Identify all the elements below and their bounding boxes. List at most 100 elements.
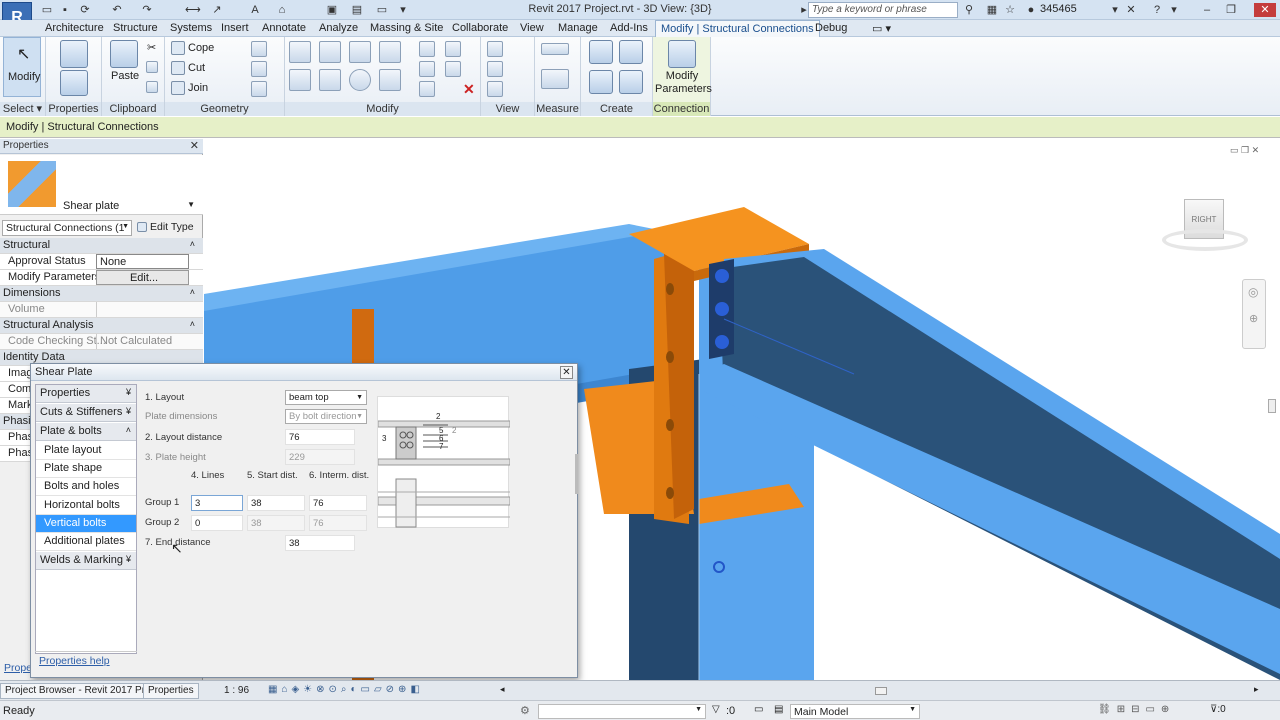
scale-icon[interactable] [419,61,435,77]
nav-additional-plates[interactable]: Additional plates [36,533,136,551]
search-input[interactable]: Type a keyword or phrase [808,2,958,18]
palette-close-icon[interactable]: ✕ [190,139,199,152]
binoculars-icon[interactable]: ⚲ [962,3,976,17]
nav-plate-layout[interactable]: Plate layout [36,442,136,460]
group2-lines-input[interactable]: 0 [191,515,243,531]
nav-plate-bolts[interactable]: Plate & bolts ˄ [36,423,136,441]
dimension-icon[interactable]: ↗ [210,3,224,17]
paint-icon[interactable] [251,81,267,97]
hide-icon[interactable] [487,41,503,57]
user-icon[interactable]: ● [1024,3,1038,17]
help-dropdown-icon[interactable]: ▾ [1167,3,1181,17]
group-structural[interactable]: Structural ˄ [0,238,203,254]
tab-collaborate[interactable]: Collaborate [452,22,508,34]
horizontal-scroll-thumb[interactable] [875,687,887,695]
zoom-icon[interactable]: ⊕ [1249,312,1258,325]
edit-type-button[interactable]: Edit Type [137,221,194,233]
nav-properties[interactable]: Properties ¥ [36,385,136,403]
workset-select[interactable]: ▼ [538,704,706,719]
scroll-right-icon[interactable]: ▸ [1254,684,1259,695]
help-icon[interactable]: ? [1150,3,1164,17]
filter-selection-icon[interactable]: ⊽:0 [1210,704,1226,715]
restore-icon[interactable]: ❐ [1224,3,1238,17]
create-group-icon[interactable] [589,70,613,94]
tab-architecture[interactable]: Architecture [45,22,104,34]
tab-view[interactable]: View [520,22,544,34]
modify-parameters-button[interactable]: Modify Parameters [655,70,712,96]
array-icon[interactable] [445,41,461,57]
aligned-dimension-icon[interactable] [541,69,569,89]
offset-icon[interactable] [319,41,341,63]
measure-between-icon[interactable] [541,43,569,55]
dialog-close-icon[interactable]: ✕ [560,366,573,379]
project-browser-tab[interactable]: Project Browser - Revit 2017 Pr... [0,683,158,699]
view-scale[interactable]: 1 : 96 [224,685,249,696]
subscription-icon[interactable]: ▦ [985,3,999,17]
select-panel-label[interactable]: Select ▾ [0,102,45,116]
window-icon[interactable]: ▭ [375,3,389,17]
sync-icon[interactable]: ⟳ [78,3,92,17]
user-name[interactable]: 345465 [1040,3,1077,15]
dialog-title-bar[interactable]: Shear Plate ✕ [31,364,577,381]
create-similar-icon[interactable] [619,70,643,94]
group-dimensions[interactable]: Dimensions ˄ [0,286,203,302]
paste-icon[interactable] [110,40,138,68]
view-window-controls[interactable]: ▭ ❐ ✕ [1230,145,1259,156]
align-icon[interactable] [289,41,311,63]
user-dropdown-icon[interactable]: ▾ [1108,3,1122,17]
type-selector[interactable]: Shear plate ▼ [0,155,203,215]
instance-filter-select[interactable]: Structural Connections (1 ▼ [2,220,132,236]
group1-lines-input[interactable]: 3 [191,495,243,511]
layout-distance-input[interactable]: 76 [285,429,355,445]
properties-icon[interactable] [60,70,88,96]
approval-status-value[interactable]: None [96,254,189,269]
properties-help-link[interactable]: Properties help [39,655,110,667]
open-icon[interactable]: ▭ [40,3,54,17]
minimize-icon[interactable]: – [1200,3,1214,17]
pin-icon[interactable] [445,61,461,77]
copy-modify-icon[interactable] [319,69,341,91]
text-icon[interactable]: A [248,3,262,17]
tab-annotate[interactable]: Annotate [262,22,306,34]
switch-windows-icon[interactable]: ▤ [350,3,364,17]
selection-toggle-icons[interactable]: ⛓⊞⊟▭⊕ [1098,704,1175,715]
create-assembly-icon[interactable] [589,40,613,64]
create-parts-icon[interactable] [619,40,643,64]
end-distance-input[interactable]: 38 [285,535,355,551]
tab-massing-site[interactable]: Massing & Site [370,22,443,34]
tab-insert[interactable]: Insert [221,22,249,34]
nav-horizontal-bolts[interactable]: Horizontal bolts [36,497,136,515]
nav-vertical-bolts[interactable]: Vertical bolts [36,515,136,533]
3d-view-icon[interactable]: ⌂ [275,3,289,17]
dialog-scrollbar[interactable] [575,454,578,494]
editable-only-icon[interactable]: ▭ [754,704,763,715]
tab-analyze[interactable]: Analyze [319,22,358,34]
layout-select[interactable]: beam top [285,390,367,405]
vertical-scrollbar[interactable] [1268,399,1276,413]
close-hidden-icon[interactable]: ▣ [325,3,339,17]
copy-icon[interactable] [146,61,158,73]
tab-structure[interactable]: Structure [113,22,158,34]
wall-joins-icon[interactable] [251,41,267,57]
mirror-axis-icon[interactable] [349,41,371,63]
nav-welds-marking[interactable]: Welds & Marking ¥ [36,552,136,570]
tab-manage[interactable]: Manage [558,22,598,34]
cut-clipboard-icon[interactable]: ✂ [147,41,156,54]
modify-button[interactable]: ↖ Modify [3,37,41,97]
override-graphics-icon[interactable] [487,61,503,77]
rotate-icon[interactable] [349,69,371,91]
design-option-select[interactable]: Main Model ▼ [790,704,920,719]
view-cube-compass[interactable] [1162,229,1248,251]
mirror-draw-icon[interactable] [379,41,401,63]
type-properties-icon[interactable] [60,40,88,68]
join-button[interactable]: Join [171,81,208,95]
nav-bolts-holes[interactable]: Bolts and holes [36,478,136,496]
properties-help-link[interactable]: Prope [4,662,32,674]
design-options-icon[interactable]: ▤ [774,704,783,715]
close-icon[interactable]: ✕ [1254,3,1276,17]
tab-options-icon[interactable]: ▭ ▾ [872,22,891,35]
save-icon[interactable]: ▪ [58,3,72,17]
match-type-icon[interactable] [146,81,158,93]
tab-add-ins[interactable]: Add-Ins [610,22,648,34]
group-structural-analysis[interactable]: Structural Analysis ˄ [0,318,203,334]
